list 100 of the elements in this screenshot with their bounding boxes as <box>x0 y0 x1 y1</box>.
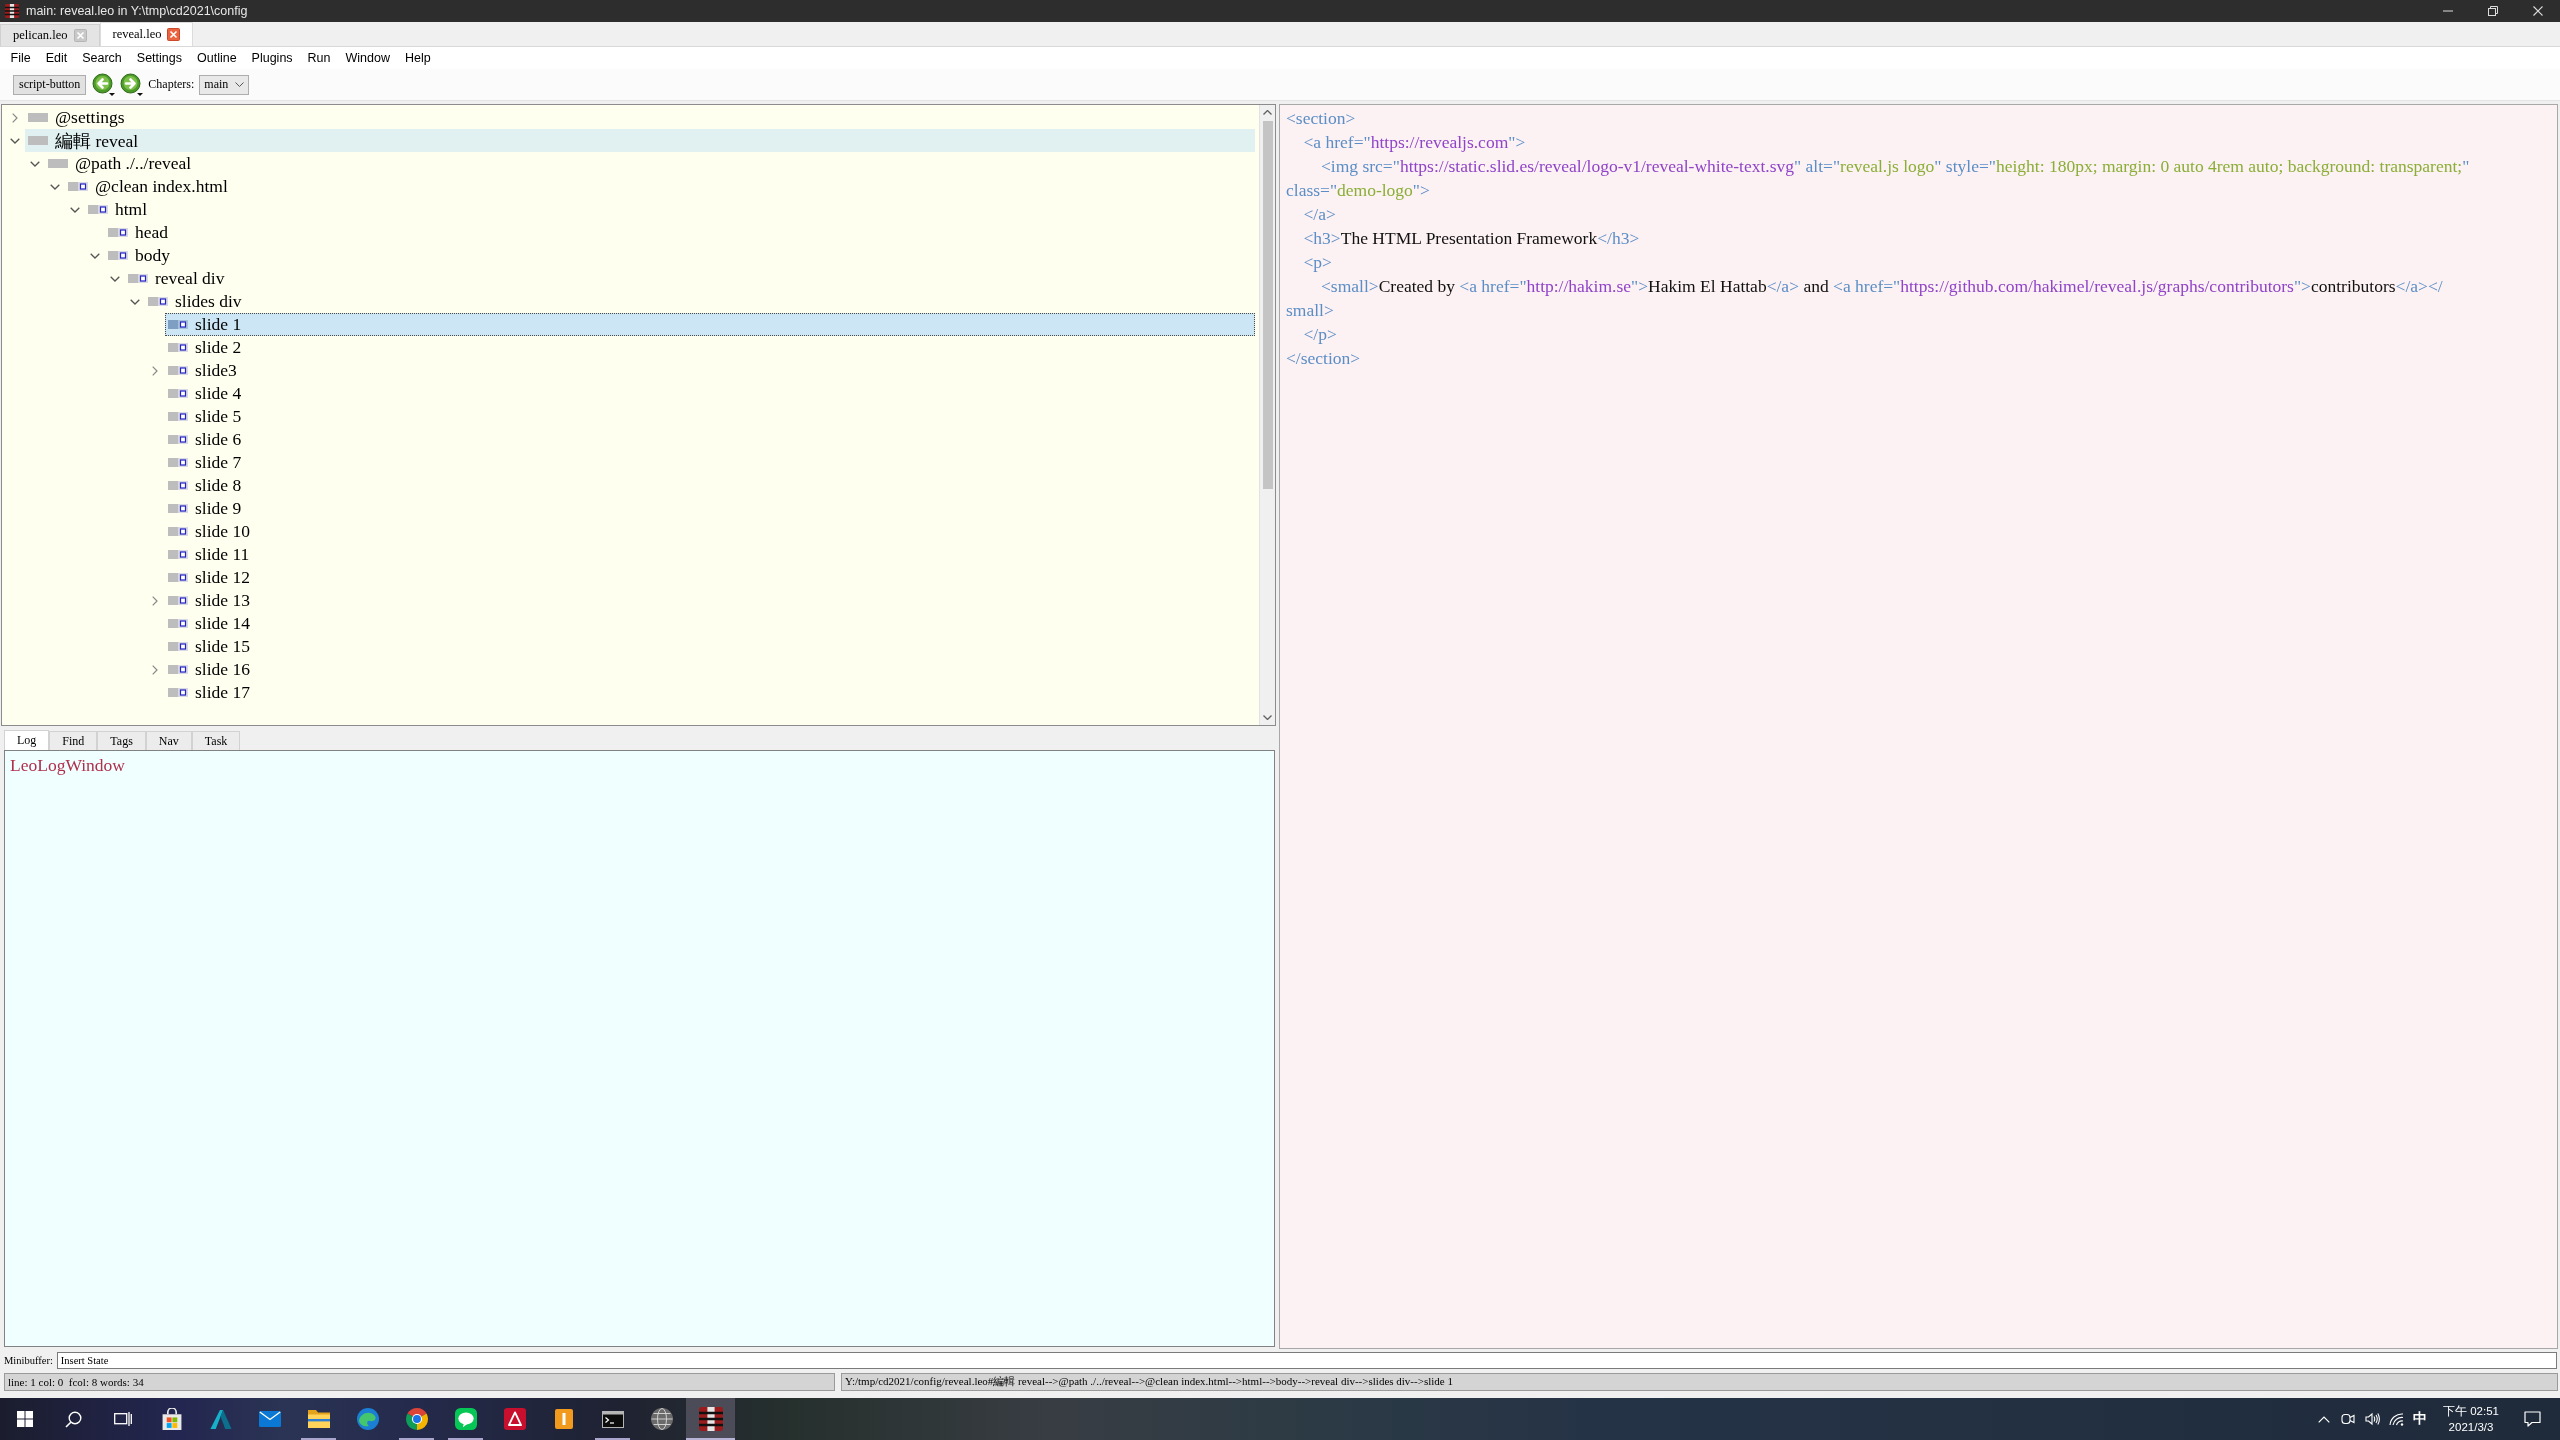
window-title: main: reveal.leo in Y:\tmp\cd2021\config <box>26 4 249 18</box>
menu-item[interactable]: Window <box>338 51 398 65</box>
wifi-icon[interactable] <box>2388 1412 2404 1426</box>
log-tab[interactable]: Task <box>191 731 241 750</box>
minibuffer-field[interactable]: Insert State <box>56 1352 2557 1369</box>
outline-node[interactable]: body <box>105 244 174 267</box>
scroll-up-icon[interactable] <box>1263 110 1272 115</box>
taskbar-button[interactable] <box>686 1398 735 1440</box>
outline-node[interactable]: slide 12 <box>165 566 254 589</box>
code-line: </p> <box>1302 323 1338 346</box>
start-icon[interactable] <box>16 1411 33 1427</box>
chevron-down-icon[interactable] <box>10 137 20 144</box>
outline-node[interactable]: slide3 <box>165 359 241 382</box>
chevron-down-icon[interactable] <box>110 275 120 282</box>
menu-item[interactable]: Plugins <box>244 51 301 65</box>
triangle-tile-icon[interactable] <box>503 1408 526 1430</box>
outline-node[interactable]: slide 8 <box>165 474 246 497</box>
task-view-icon[interactable] <box>113 1411 132 1427</box>
chevron-down-icon[interactable] <box>50 183 60 190</box>
outline-node[interactable]: slide 9 <box>165 497 246 520</box>
outline-node[interactable]: slide 16 <box>165 658 254 681</box>
code-line: </a> <box>1302 203 1337 226</box>
menu-item[interactable]: Outline <box>189 51 245 65</box>
volume-icon[interactable] <box>2364 1412 2380 1426</box>
minibuffer-label: Minibuffer: <box>4 1355 53 1366</box>
camera-icon[interactable] <box>2341 1412 2355 1426</box>
envelope-icon[interactable] <box>258 1411 281 1427</box>
scrollbar[interactable] <box>1259 105 1275 725</box>
outline-node[interactable]: reveal div <box>125 267 229 290</box>
log-tab[interactable]: Tags <box>97 731 146 750</box>
clock-date: 2021/3/3 <box>2448 1420 2494 1434</box>
outline-node[interactable]: slide 10 <box>165 520 254 543</box>
status-field: Y:/tmp/cd2021/config/reveal.leo#編輯 reveal-->@path ./../reveal-->@clean index.html-->html-->body-->reveal div-->slides div-->slide 1 <box>841 1372 2558 1391</box>
chevron-right-icon[interactable] <box>152 595 158 606</box>
notification-icon[interactable] <box>2523 1411 2541 1427</box>
outline-node[interactable]: @path ./../reveal <box>45 152 196 175</box>
chapter-dropdown[interactable]: main <box>199 74 250 95</box>
code-line: <section> <box>1286 107 1357 130</box>
chevron-right-icon[interactable] <box>152 365 158 376</box>
folder-icon[interactable] <box>307 1410 330 1428</box>
outline-node[interactable]: slide 15 <box>165 635 254 658</box>
code-line: <a href="https://revealjs.com"> <box>1302 131 1527 154</box>
chevron-down-icon[interactable] <box>30 160 40 167</box>
outline-node[interactable]: @settings <box>25 106 129 129</box>
outline-node[interactable]: slide 2 <box>165 336 246 359</box>
search-icon[interactable] <box>65 1410 82 1428</box>
log-tab[interactable]: Nav <box>145 731 192 750</box>
outline-node[interactable]: 編輯 reveal <box>25 129 1255 152</box>
app-logo-icon[interactable] <box>698 1407 723 1431</box>
scrollbar-thumb[interactable] <box>1262 121 1273 489</box>
outline-node[interactable]: head <box>105 221 173 244</box>
outline-node[interactable]: slide 4 <box>165 382 246 405</box>
triangle-logo-icon[interactable] <box>209 1409 232 1429</box>
close-icon[interactable] <box>167 28 181 41</box>
restore-icon[interactable] <box>2487 6 2498 16</box>
chat-bubble-icon[interactable] <box>454 1408 477 1430</box>
outline-node[interactable]: @clean index.html <box>65 175 232 198</box>
outline-node[interactable]: slide 13 <box>165 589 254 612</box>
outline-node[interactable]: slide 14 <box>165 612 254 635</box>
outline-node[interactable]: html <box>85 198 152 221</box>
arrow-right-icon[interactable] <box>120 72 144 97</box>
code-line: </section> <box>1286 347 1362 370</box>
swirl-icon[interactable] <box>356 1408 379 1430</box>
outline-node[interactable]: slides div <box>145 290 246 313</box>
menu-item[interactable]: Search <box>74 51 130 65</box>
code-line: class="demo-logo"> <box>1286 179 1431 202</box>
code-line: <h3>The HTML Presentation Framework</h3> <box>1302 227 1641 250</box>
file-tab[interactable]: pelican.leo <box>0 24 100 46</box>
log-tab[interactable]: Log <box>4 730 50 750</box>
chevron-down-icon[interactable] <box>130 298 140 305</box>
terminal-icon[interactable] <box>601 1410 624 1428</box>
chevron-down-icon[interactable] <box>70 206 80 213</box>
menu-item[interactable]: Run <box>300 51 339 65</box>
chevron-right-icon[interactable] <box>152 664 158 675</box>
outline-node[interactable]: slide 17 <box>165 681 254 704</box>
file-tab[interactable]: reveal.leo <box>99 22 194 46</box>
menu-item[interactable]: Settings <box>129 51 190 65</box>
segmented-circle-icon[interactable] <box>405 1408 428 1430</box>
chevron-down-icon[interactable] <box>90 252 100 259</box>
bar-tile-icon[interactable] <box>554 1408 573 1430</box>
minimize-icon[interactable] <box>2442 10 2453 12</box>
outline-node[interactable]: slide 1 <box>165 313 1255 336</box>
scroll-down-icon[interactable] <box>1263 715 1272 720</box>
chevron-right-icon[interactable] <box>12 112 18 123</box>
shopping-bag-icon[interactable] <box>160 1408 183 1430</box>
script-button[interactable]: script-button <box>13 74 87 95</box>
outline-node[interactable]: slide 11 <box>165 543 254 566</box>
arrow-left-icon[interactable] <box>92 72 116 97</box>
menu-item[interactable]: File <box>3 51 39 65</box>
menu-item[interactable]: Edit <box>38 51 75 65</box>
menu-item[interactable]: Help <box>397 51 439 65</box>
outline-node[interactable]: slide 5 <box>165 405 246 428</box>
ime-indicator[interactable]: 中 <box>2413 1410 2427 1428</box>
log-tab[interactable]: Find <box>49 731 98 750</box>
code-line: small> <box>1286 299 1335 322</box>
outline-node[interactable]: slide 6 <box>165 428 246 451</box>
sphere-icon[interactable] <box>650 1408 673 1430</box>
outline-node[interactable]: slide 7 <box>165 451 246 474</box>
chevron-up-icon[interactable] <box>2318 1415 2330 1423</box>
code-line: <img src="https://static.slid.es/reveal/logo-v1/reveal-white-text.svg" alt="reveal.js logo" style="height: 180px; margin: 0 auto 4rem auto; background: transparent;" <box>1320 155 2471 178</box>
